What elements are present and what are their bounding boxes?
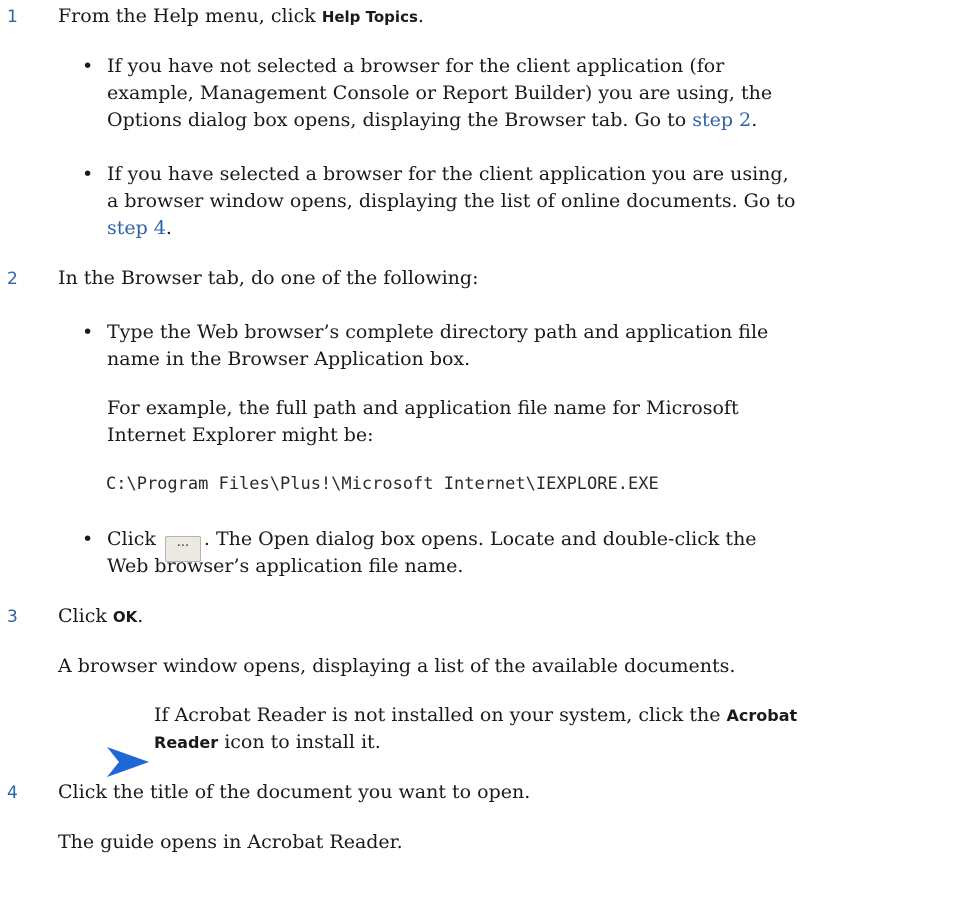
reader-label: Reader [154, 733, 219, 752]
bullet-icon: • [82, 528, 94, 550]
step-2-text: In the Browser tab, do one of the follow… [58, 267, 479, 289]
example-path-code: C:\Program Files\Plus!\Microsoft Interne… [106, 474, 659, 494]
step-4-result: The guide opens in Acrobat Reader. [58, 831, 403, 853]
step-4-link[interactable]: step 4 [107, 217, 166, 239]
step-1-bullet-2-line-3: step 4. [107, 217, 172, 239]
document-page: 1 From the Help menu, click Help Topics.… [0, 0, 974, 901]
step-2-bullet-1-line-1: Type the Web browser’s complete director… [107, 321, 769, 343]
note-line-1: If Acrobat Reader is not installed on yo… [154, 704, 798, 726]
step-number-4: 4 [7, 783, 18, 803]
step-4-text: Click the title of the document you want… [58, 781, 531, 803]
example-paragraph-line-2: Internet Explorer might be: [107, 424, 374, 446]
bullet-icon: • [82, 163, 94, 185]
step-2-bullet-2-line-2: Web browser’s application file name. [107, 555, 464, 577]
example-paragraph-line-1: For example, the full path and applicati… [107, 397, 739, 419]
step-1-bullet-1-line-1: If you have not selected a browser for t… [107, 55, 725, 77]
step-2-bullet-1-line-2: name in the Browser Application box. [107, 348, 471, 370]
acrobat-label: Acrobat [726, 706, 798, 725]
step-number-3: 3 [7, 607, 18, 627]
help-topics-label: Help Topics [321, 8, 418, 26]
step-1-bullet-1-line-2: example, Management Console or Report Bu… [107, 82, 773, 104]
step-1-bullet-2-line-2: a browser window opens, displaying the l… [107, 190, 796, 212]
right-arrow-icon [107, 747, 149, 777]
step-1-bullet-2-line-1: If you have selected a browser for the c… [107, 163, 789, 185]
step-number-1: 1 [7, 7, 18, 27]
bullet-icon: • [82, 55, 94, 77]
step-1-bullet-1-line-3: Options dialog box opens, displaying the… [107, 109, 758, 131]
step-number-2: 2 [7, 269, 18, 289]
bullet-icon: • [82, 321, 94, 343]
step-1-text: From the Help menu, click Help Topics. [58, 5, 424, 27]
step-2-link[interactable]: step 2 [692, 109, 751, 131]
step-3-result: A browser window opens, displaying a lis… [58, 655, 736, 677]
note-line-2: Reader icon to install it. [154, 731, 381, 753]
step-3-text: Click OK. [58, 605, 144, 627]
ok-label: OK [112, 608, 138, 626]
